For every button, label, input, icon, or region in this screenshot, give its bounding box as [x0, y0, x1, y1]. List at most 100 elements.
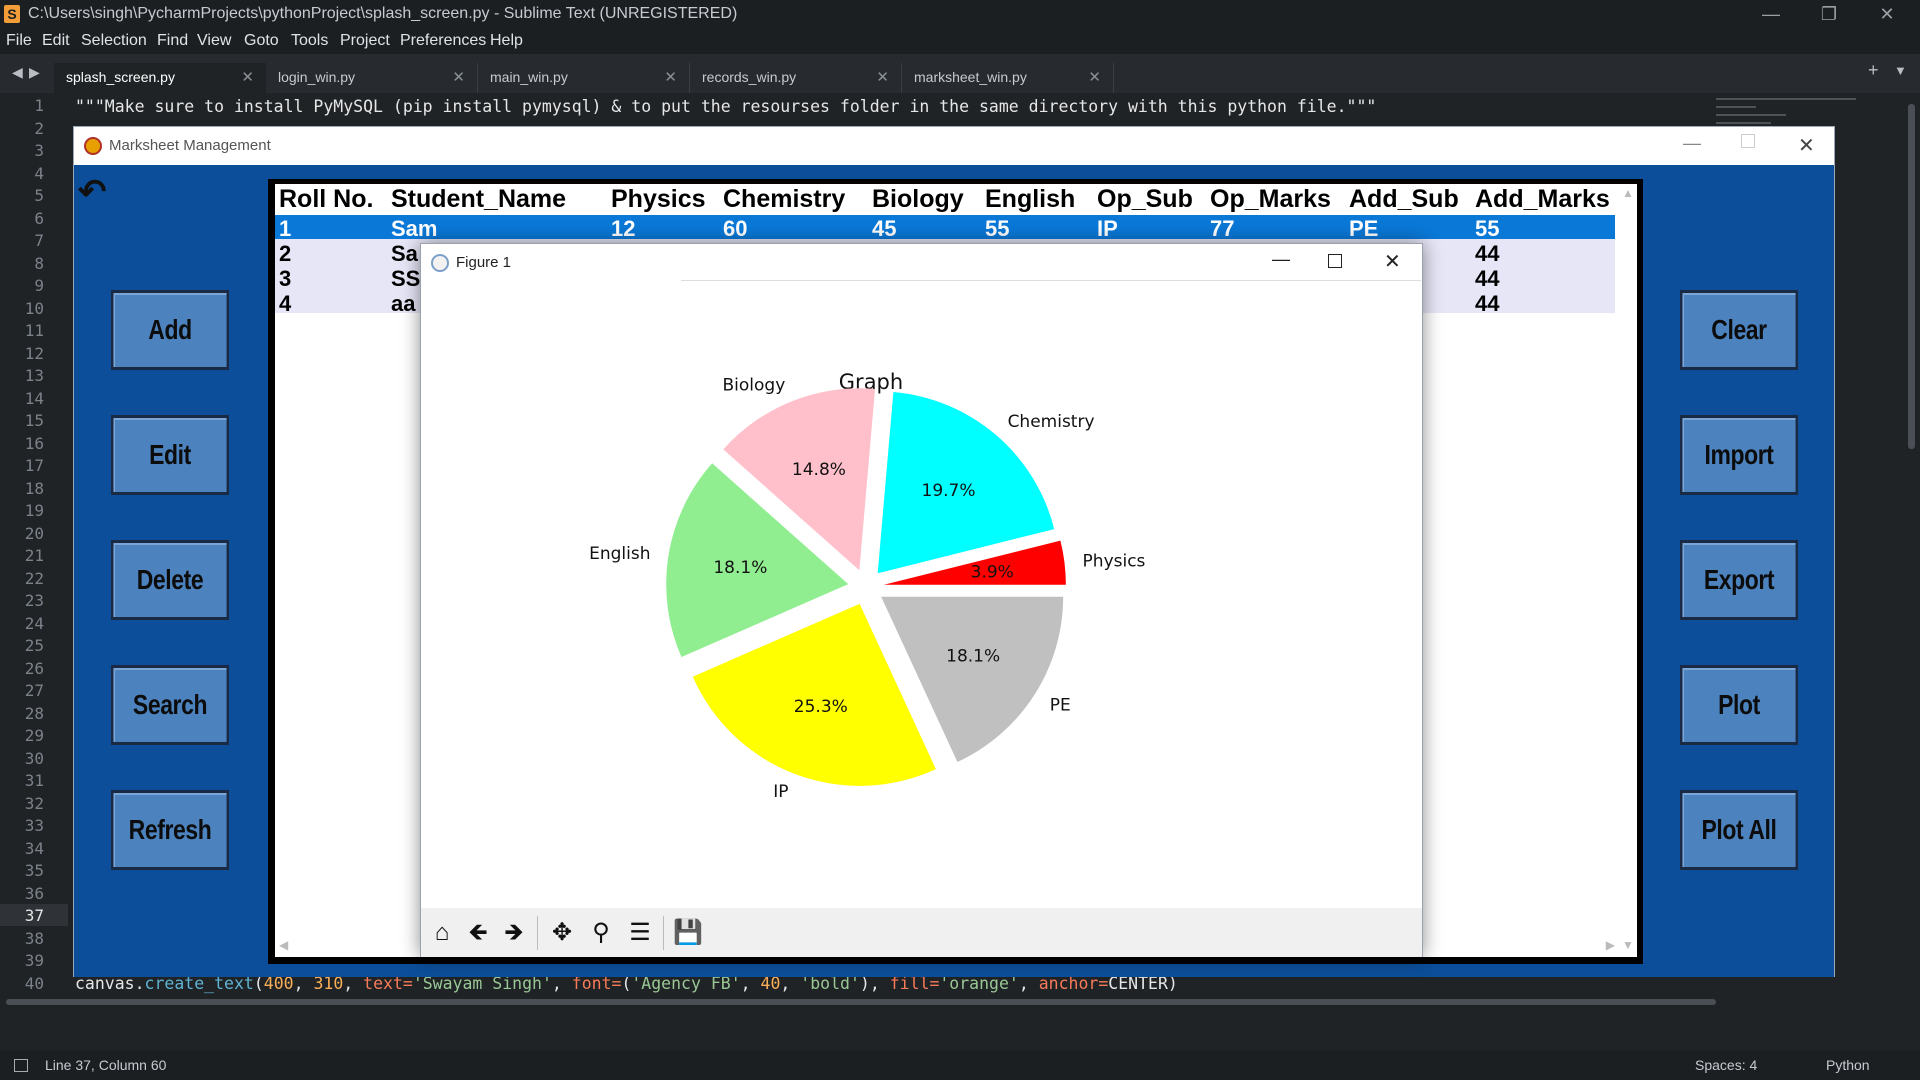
menu-file[interactable]: File: [6, 32, 32, 50]
forward-arrow-icon[interactable]: 🡺: [497, 916, 531, 950]
column-header[interactable]: Op_Sub: [1097, 185, 1193, 215]
app-icon: [84, 137, 102, 155]
table-cell: 44: [1475, 241, 1500, 266]
vertical-scrollbar[interactable]: [1908, 104, 1915, 449]
menu-preferences[interactable]: Preferences: [400, 32, 486, 50]
app-minimize-icon[interactable]: —: [1683, 133, 1701, 154]
tab-close-icon[interactable]: ✕: [452, 68, 465, 86]
column-header[interactable]: Op_Marks: [1210, 185, 1331, 215]
app-maximize-icon[interactable]: [1741, 134, 1755, 148]
indentation-setting[interactable]: Spaces: 4: [1695, 1057, 1757, 1073]
pie-percent-label: 19.7%: [922, 481, 976, 501]
column-header[interactable]: Physics: [611, 185, 706, 215]
line-number: 30: [24, 748, 44, 768]
code-line-1[interactable]: """Make sure to install PyMySQL (pip ins…: [75, 97, 1376, 116]
tab-main-win[interactable]: main_win.py ✕: [478, 63, 690, 93]
figure-maximize-icon[interactable]: [1328, 254, 1342, 268]
back-arrow-icon[interactable]: 🡸: [461, 916, 495, 950]
figure-title: Figure 1: [456, 254, 512, 271]
line-number: 10: [24, 298, 44, 318]
pie-category-label: IP: [773, 782, 788, 802]
column-header[interactable]: Add_Sub: [1349, 185, 1459, 215]
delete-button[interactable]: Delete: [110, 540, 230, 620]
line-number: 19: [24, 501, 44, 520]
pie-percent-label: 14.8%: [792, 460, 846, 480]
line-number: 39: [24, 951, 44, 970]
menu-selection[interactable]: Selection: [81, 32, 147, 50]
line-number: 1: [34, 96, 44, 115]
syntax-setting[interactable]: Python: [1826, 1057, 1870, 1073]
import-button[interactable]: Import: [1679, 415, 1799, 495]
tab-scroll-right-icon[interactable]: ▶: [29, 64, 40, 81]
plot-button[interactable]: Plot: [1679, 665, 1799, 745]
line-number: 21: [24, 546, 44, 565]
line-number: 35: [24, 861, 44, 880]
horizontal-scrollbar[interactable]: [6, 999, 1716, 1005]
save-icon[interactable]: 💾: [671, 916, 705, 950]
clear-button[interactable]: Clear: [1679, 290, 1799, 370]
figure-close-icon[interactable]: ✕: [1384, 249, 1401, 274]
tab-close-icon[interactable]: ✕: [876, 68, 889, 86]
table-row-selected[interactable]: [275, 215, 1615, 239]
tab-close-icon[interactable]: ✕: [241, 68, 254, 86]
tab-close-icon[interactable]: ✕: [1088, 68, 1101, 86]
add-button[interactable]: Add: [110, 290, 230, 370]
line-number: 27: [24, 681, 44, 700]
tab-marksheet-win[interactable]: marksheet_win.py ✕: [902, 63, 1114, 93]
menu-project[interactable]: Project: [340, 32, 390, 50]
window-title: C:\Users\singh\PycharmProjects\pythonPro…: [28, 5, 738, 22]
app-close-icon[interactable]: ✕: [1798, 133, 1815, 158]
line-gutter: 1 2 3 4 5 6 7 8 9 10 11 12 13 14 15 16 17 18 19 20 21 22 23 24 2…: [0, 93, 68, 993]
back-arrow-icon[interactable]: ↶: [78, 172, 107, 212]
column-header[interactable]: Student_Name: [391, 185, 566, 215]
minimize-icon[interactable]: —: [1742, 0, 1800, 29]
search-button[interactable]: Search: [110, 665, 230, 745]
pie-category-label: English: [589, 544, 650, 564]
zoom-icon[interactable]: ⚲: [584, 916, 618, 950]
home-icon[interactable]: ⌂: [425, 916, 459, 950]
table-vertical-scrollbar[interactable]: ▲ ▼: [1619, 186, 1635, 956]
export-button[interactable]: Export: [1679, 540, 1799, 620]
column-header[interactable]: Add_Marks: [1475, 185, 1610, 215]
line-number: 13: [24, 366, 44, 385]
move-icon[interactable]: ✥: [545, 916, 579, 950]
tab-menu-icon[interactable]: ▼: [1894, 63, 1907, 78]
line-number: 28: [24, 703, 44, 723]
menu-help[interactable]: Help: [490, 32, 523, 50]
line-number: 23: [24, 591, 44, 610]
line-number: 14: [24, 388, 44, 408]
line-number: 34: [24, 838, 44, 858]
tab-login-win[interactable]: login_win.py ✕: [266, 63, 478, 93]
table-cell: 60: [723, 216, 748, 241]
menu-edit[interactable]: Edit: [42, 32, 70, 50]
table-cell: aa: [391, 291, 416, 316]
line-number: 37: [24, 906, 44, 925]
edit-button[interactable]: Edit: [110, 415, 230, 495]
close-icon[interactable]: ✕: [1858, 0, 1916, 29]
pie-category-label: Biology: [723, 375, 786, 395]
sidebar-toggle-icon[interactable]: [14, 1059, 28, 1072]
new-tab-icon[interactable]: +: [1868, 60, 1879, 81]
table-cell: IP: [1097, 216, 1118, 241]
column-header[interactable]: English: [985, 185, 1075, 215]
tab-scroll-left-icon[interactable]: ◀: [12, 64, 23, 81]
menu-find[interactable]: Find: [157, 32, 188, 50]
column-header[interactable]: Roll No.: [279, 185, 373, 215]
figure-minimize-icon[interactable]: —: [1272, 249, 1290, 270]
line-number: 36: [24, 883, 44, 903]
restore-icon[interactable]: ❐: [1800, 0, 1858, 29]
column-header[interactable]: Biology: [872, 185, 964, 215]
line-number: 20: [24, 523, 44, 543]
configure-icon[interactable]: ☰: [623, 916, 657, 950]
menu-goto[interactable]: Goto: [244, 32, 279, 50]
column-header[interactable]: Chemistry: [723, 185, 845, 215]
tab-records-win[interactable]: records_win.py ✕: [690, 63, 902, 93]
tab-close-icon[interactable]: ✕: [664, 68, 677, 86]
marksheet-title: Marksheet Management: [109, 137, 271, 154]
refresh-button[interactable]: Refresh: [110, 790, 230, 870]
line-number: 32: [24, 793, 44, 813]
menu-tools[interactable]: Tools: [291, 32, 328, 50]
tab-splash-screen[interactable]: splash_screen.py ✕: [54, 63, 266, 93]
plot-all-button[interactable]: Plot All: [1679, 790, 1799, 870]
menu-view[interactable]: View: [197, 32, 231, 50]
